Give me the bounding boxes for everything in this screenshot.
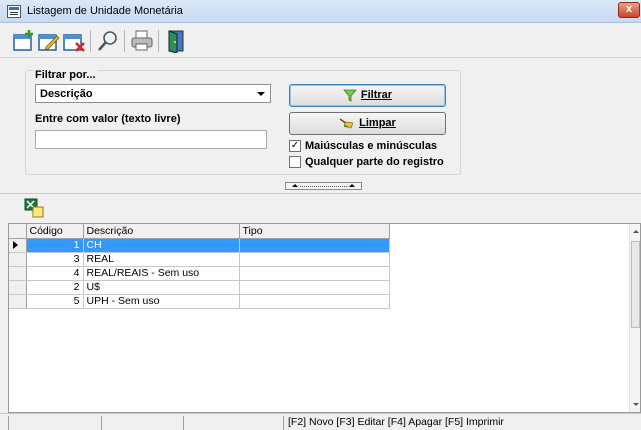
table-row[interactable]: 1 CH: [9, 238, 390, 253]
row-indicator-header: [9, 224, 27, 239]
scroll-up-icon[interactable]: [633, 230, 639, 233]
column-header-tipo[interactable]: Tipo: [239, 224, 390, 239]
toolbar-separator: [90, 30, 91, 52]
toolbar-separator: [124, 30, 125, 52]
print-icon[interactable]: [130, 29, 154, 53]
cell-descricao[interactable]: U$: [83, 280, 240, 295]
cell-tipo[interactable]: [239, 252, 390, 267]
status-bar: [F2] Novo [F3] Editar [F4] Apagar [F5] I…: [0, 413, 641, 430]
column-header-descricao[interactable]: Descrição: [83, 224, 240, 239]
shortcut-hints: [F2] Novo [F3] Editar [F4] Apagar [F5] I…: [288, 416, 504, 428]
search-icon[interactable]: [96, 29, 120, 53]
cell-codigo[interactable]: 2: [26, 280, 84, 295]
row-indicator: [9, 252, 27, 267]
cell-descricao[interactable]: REAL/REAIS - Sem uso: [83, 266, 240, 281]
collapse-filter-handle[interactable]: [285, 182, 362, 190]
toolbar: [0, 24, 641, 58]
value-input[interactable]: [35, 130, 267, 149]
check-icon: ✓: [289, 140, 301, 152]
data-grid[interactable]: Código Descrição Tipo 1 CH 3 REAL 4 REAL…: [8, 223, 641, 413]
table-header: Código Descrição Tipo: [9, 224, 390, 239]
table-row[interactable]: 2 U$: [9, 280, 390, 295]
delete-record-icon[interactable]: [62, 29, 86, 53]
row-indicator: [9, 266, 27, 281]
clear-button[interactable]: Limpar: [289, 112, 446, 135]
scroll-thumb[interactable]: [631, 241, 640, 328]
table-row[interactable]: 3 REAL: [9, 252, 390, 267]
cell-descricao[interactable]: REAL: [83, 252, 240, 267]
close-icon: x: [625, 3, 633, 15]
cell-descricao[interactable]: CH: [83, 238, 240, 253]
cell-descricao[interactable]: UPH - Sem uso: [83, 294, 240, 309]
status-panel: [283, 416, 284, 430]
chevron-down-icon: [257, 92, 265, 96]
toolbar-separator: [158, 30, 159, 52]
current-row-icon: [13, 241, 18, 249]
cell-codigo[interactable]: 5: [26, 294, 84, 309]
export-excel-icon[interactable]: [24, 198, 44, 218]
filter-field-select[interactable]: Descrição: [35, 84, 271, 103]
window: Listagem de Unidade Monetária x Filtrar …: [0, 0, 641, 430]
app-icon: [7, 5, 21, 18]
exit-icon[interactable]: [164, 29, 188, 54]
filter-button-label: Filtrar: [360, 89, 393, 101]
table-row[interactable]: 4 REAL/REAIS - Sem uso: [9, 266, 390, 281]
any-part-label: Qualquer parte do registro: [305, 156, 444, 168]
new-record-icon[interactable]: [12, 29, 36, 53]
table-row[interactable]: 5 UPH - Sem uso: [9, 294, 390, 309]
filter-button[interactable]: Filtrar: [289, 84, 446, 107]
case-sensitive-label: Maiúsculas e minúsculas: [305, 140, 438, 152]
clear-button-label: Limpar: [359, 117, 396, 129]
vertical-scrollbar[interactable]: [629, 224, 640, 412]
window-title: Listagem de Unidade Monetária: [27, 5, 183, 17]
funnel-icon: [343, 89, 357, 102]
case-sensitive-checkbox[interactable]: ✓ Maiúsculas e minúsculas: [289, 140, 437, 152]
status-panel: [101, 416, 102, 430]
status-panel: [183, 416, 184, 430]
row-indicator: [9, 238, 27, 253]
cell-tipo[interactable]: [239, 280, 390, 295]
status-panel: [8, 416, 9, 430]
broom-icon: [339, 118, 354, 129]
cell-tipo[interactable]: [239, 238, 390, 253]
cell-tipo[interactable]: [239, 294, 390, 309]
filter-field-value: Descrição: [40, 88, 93, 100]
cell-codigo[interactable]: 3: [26, 252, 84, 267]
title-bar: Listagem de Unidade Monetária x: [0, 0, 641, 23]
cell-codigo[interactable]: 4: [26, 266, 84, 281]
row-indicator: [9, 280, 27, 295]
cell-codigo[interactable]: 1: [26, 238, 84, 253]
checkbox-box: [289, 156, 301, 168]
value-label: Entre com valor (texto livre): [35, 113, 181, 125]
any-part-checkbox[interactable]: Qualquer parte do registro: [289, 156, 444, 168]
edit-record-icon[interactable]: [37, 29, 61, 53]
divider: [0, 193, 641, 194]
close-button[interactable]: x: [618, 2, 640, 18]
row-indicator: [9, 294, 27, 309]
column-header-codigo[interactable]: Código: [26, 224, 84, 239]
scroll-down-icon[interactable]: [633, 403, 639, 406]
cell-tipo[interactable]: [239, 266, 390, 281]
filter-group-label: Filtrar por...: [33, 69, 98, 81]
records-table: Código Descrição Tipo 1 CH 3 REAL 4 REAL…: [9, 224, 390, 309]
